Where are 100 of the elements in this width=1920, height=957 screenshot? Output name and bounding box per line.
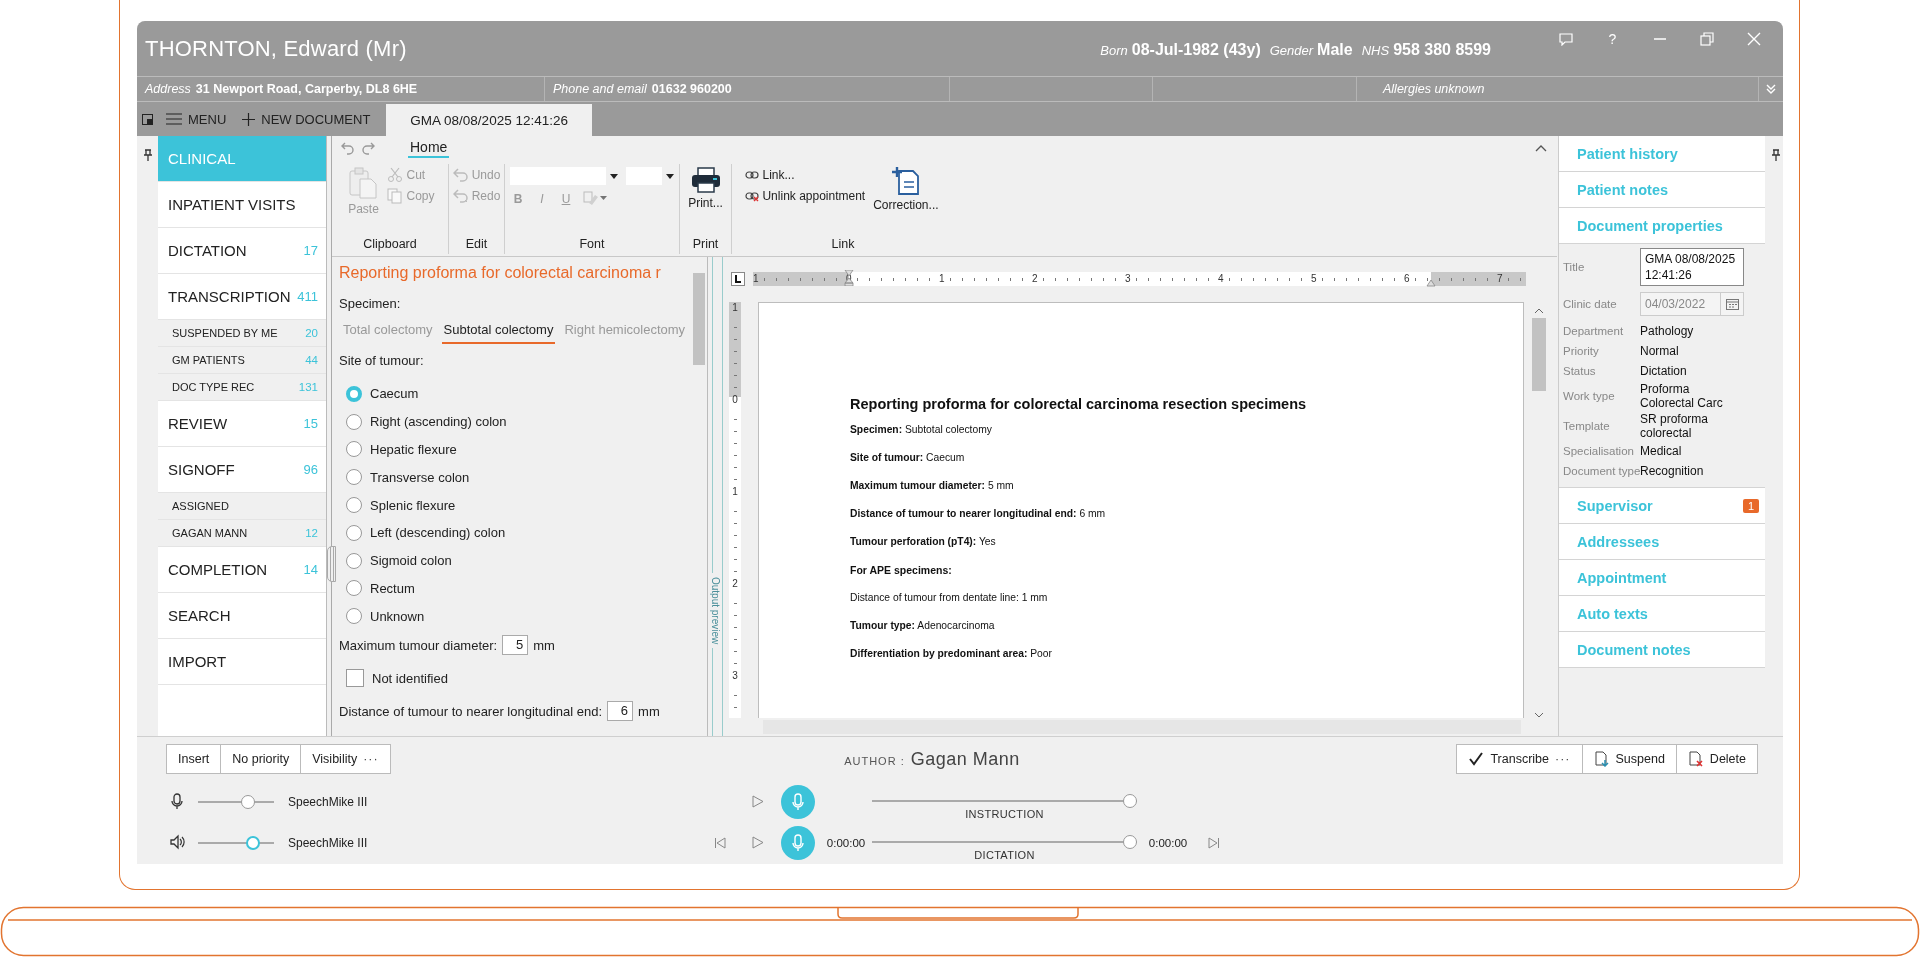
document-line: Site of tumour: Caecum bbox=[850, 452, 966, 465]
scrollbar-thumb[interactable] bbox=[1532, 318, 1546, 391]
comment-icon[interactable] bbox=[1558, 32, 1573, 46]
position-slider[interactable] bbox=[1123, 794, 1137, 808]
chevron-up-icon[interactable] bbox=[1534, 308, 1544, 314]
link-icon bbox=[745, 169, 760, 181]
option-label: Caecum bbox=[370, 386, 419, 402]
menu-button[interactable]: MENU bbox=[158, 102, 235, 136]
form-title: Reporting proforma for colorectal carcinoma r bbox=[339, 264, 662, 283]
collapse-icon[interactable] bbox=[1535, 144, 1547, 152]
device-name: SpeechMike III bbox=[288, 835, 368, 850]
document-tab[interactable]: GMA 08/08/2025 12:41:26 bbox=[386, 104, 592, 136]
nav-item[interactable]: DOC TYPE REC 131 bbox=[158, 374, 326, 401]
splitter-handle[interactable] bbox=[327, 546, 336, 582]
patient-name: THORNTON, Edward (Mr) bbox=[145, 35, 407, 62]
radio-button[interactable] bbox=[346, 385, 362, 402]
document-line: Distance of tumour to nearer longitudinal end: 6 mm bbox=[850, 508, 1107, 521]
play-icon[interactable] bbox=[752, 795, 764, 808]
tab-stop-icon[interactable] bbox=[731, 272, 745, 286]
calendar-icon[interactable] bbox=[1725, 298, 1739, 310]
item-count: 96 bbox=[303, 462, 318, 477]
nav-item[interactable]: GAGAN MANN 12 bbox=[158, 520, 326, 547]
field-label: Distance of tumour to nearer longitudinal end: bbox=[339, 703, 603, 719]
vertical-ruler: 1 0 1 2 3 bbox=[729, 302, 741, 718]
option-label: Hepatic flexure bbox=[370, 442, 457, 457]
ribbon-button[interactable]: Print... bbox=[686, 166, 725, 210]
group-label: Font bbox=[578, 236, 606, 253]
ribbon-button[interactable]: Correction... bbox=[871, 166, 941, 212]
skip-forward-icon[interactable] bbox=[1208, 836, 1220, 849]
radio-button[interactable] bbox=[346, 524, 362, 541]
unit-label: mm bbox=[533, 637, 555, 653]
undo-icon[interactable] bbox=[341, 141, 355, 155]
field-label: Specialisation bbox=[1563, 445, 1635, 457]
field-value: Medical bbox=[1640, 444, 1683, 458]
field-label: Template bbox=[1563, 420, 1611, 432]
indent-marker-icon[interactable] bbox=[844, 270, 854, 286]
volume-slider[interactable] bbox=[241, 794, 256, 809]
play-icon[interactable] bbox=[752, 836, 764, 849]
field-label: Maximum tumour diameter: bbox=[339, 637, 498, 653]
position-slider[interactable] bbox=[1123, 835, 1137, 849]
field-value: 01632 960200 bbox=[651, 82, 732, 96]
pin-icon[interactable] bbox=[1769, 149, 1782, 162]
field-label: Phone and email bbox=[553, 82, 647, 96]
nav-item[interactable]: GM PATIENTS 44 bbox=[158, 347, 326, 374]
radio-button[interactable] bbox=[346, 413, 362, 430]
item-count: 411 bbox=[297, 289, 318, 304]
option-label: Transverse colon bbox=[370, 469, 470, 485]
document-line: Differentiation by predominant area: Poor bbox=[850, 648, 1053, 661]
track-label: INSTRUCTION bbox=[965, 808, 1044, 820]
radio-button[interactable] bbox=[346, 469, 362, 486]
allergy-note: Allergies unknown bbox=[1383, 82, 1485, 96]
close-icon[interactable] bbox=[1746, 32, 1761, 46]
document-plus-icon bbox=[890, 166, 921, 196]
title-field[interactable]: GMA 08/08/2025 12:41:26 bbox=[1640, 248, 1744, 286]
ribbon-tab[interactable]: Home bbox=[408, 138, 450, 158]
dropdown[interactable] bbox=[626, 167, 674, 185]
document-heading: Reporting proforma for colorectal carcinoma resection specimens bbox=[850, 396, 1308, 412]
ribbon-button[interactable]: Link... bbox=[745, 166, 866, 184]
number-field[interactable]: 5 bbox=[502, 635, 529, 656]
number-field[interactable]: 6 bbox=[607, 701, 634, 722]
count-badge: 1 bbox=[1742, 498, 1759, 513]
menu-icon bbox=[166, 113, 182, 125]
skip-back-icon[interactable] bbox=[714, 836, 726, 849]
new-document-button[interactable]: NEW DOCUMENT bbox=[234, 102, 379, 136]
pin-icon[interactable] bbox=[141, 149, 154, 162]
check-icon bbox=[1468, 751, 1485, 767]
radio-button[interactable] bbox=[346, 552, 362, 569]
volume-slider[interactable] bbox=[245, 835, 260, 850]
group-label: Edit bbox=[464, 236, 489, 253]
author-name: Gagan Mann bbox=[910, 748, 1020, 770]
plus-icon bbox=[242, 112, 256, 126]
chevron-down-icon[interactable] bbox=[1534, 712, 1544, 718]
field-label: NHS bbox=[1361, 42, 1390, 58]
radio-button[interactable] bbox=[346, 580, 362, 597]
radio-button[interactable] bbox=[346, 441, 362, 458]
layout-icon[interactable] bbox=[142, 113, 153, 125]
nav-item[interactable]: ASSIGNED bbox=[158, 493, 326, 520]
specimen-option[interactable]: Subtotal colectomy bbox=[441, 322, 556, 344]
field-value: Proforma Colorectal Carc bbox=[1640, 382, 1724, 410]
caret-icon bbox=[610, 173, 618, 179]
expand-icon[interactable] bbox=[1764, 83, 1777, 95]
radio-button[interactable] bbox=[346, 497, 362, 514]
unlink-icon bbox=[745, 190, 760, 202]
field-label: Priority bbox=[1563, 345, 1600, 357]
microphone-button[interactable] bbox=[781, 784, 815, 819]
redo-icon[interactable] bbox=[361, 141, 375, 155]
checkbox[interactable] bbox=[346, 669, 364, 688]
nav-item[interactable]: SUSPENDED BY ME 20 bbox=[158, 320, 326, 347]
indent-marker-icon[interactable] bbox=[1426, 279, 1436, 287]
radio-button[interactable] bbox=[346, 608, 362, 625]
field-value: Male bbox=[1317, 40, 1353, 59]
restore-icon[interactable] bbox=[1699, 32, 1714, 46]
ribbon-button[interactable]: Unlink appointment bbox=[745, 187, 866, 205]
speaker-icon bbox=[170, 834, 186, 851]
scissors-icon bbox=[387, 167, 404, 183]
microphone-button[interactable] bbox=[781, 825, 815, 860]
scrollbar-thumb[interactable] bbox=[693, 273, 705, 365]
highlighter-icon bbox=[583, 190, 607, 205]
printer-icon bbox=[690, 166, 721, 194]
item-count: 14 bbox=[303, 562, 318, 577]
